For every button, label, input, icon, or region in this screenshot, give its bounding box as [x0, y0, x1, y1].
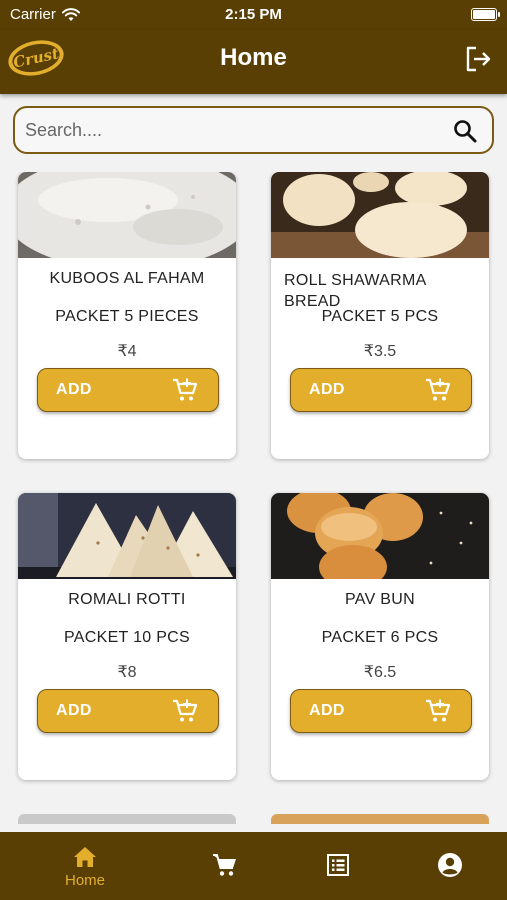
- search-bar: [13, 106, 494, 154]
- product-name: ROLL SHAWARMA BREAD: [284, 272, 426, 310]
- product-card-partial[interactable]: [18, 814, 236, 824]
- product-price: ₹4: [117, 343, 137, 360]
- add-to-cart-button[interactable]: ADD: [37, 689, 219, 733]
- product-card[interactable]: ROMALI ROTTI PACKET 10 PCS ₹8 ADD: [18, 493, 236, 780]
- product-name: ROMALI ROTTI: [68, 591, 186, 608]
- search-icon[interactable]: [452, 118, 478, 144]
- product-image-kuboos: [18, 172, 236, 258]
- add-button-label: ADD: [56, 702, 92, 719]
- cart-icon: [213, 854, 236, 876]
- product-price: ₹3.5: [363, 343, 397, 360]
- add-button-label: ADD: [309, 381, 345, 398]
- product-name: KUBOOS AL FAHAM: [49, 270, 205, 287]
- product-card[interactable]: KUBOOS AL FAHAM PACKET 5 PIECES ₹4 ADD: [18, 172, 236, 459]
- orders-list-icon: [327, 854, 349, 876]
- account-icon: [438, 853, 462, 877]
- product-price: ₹6.5: [363, 664, 397, 681]
- add-cart-icon: [426, 699, 451, 722]
- product-image-shawarma-bread: [271, 172, 489, 258]
- product-name: PAV BUN: [345, 591, 415, 608]
- product-card[interactable]: ROLL SHAWARMA BREAD PACKET 5 PCS ₹3.5 AD…: [271, 172, 489, 459]
- add-to-cart-button[interactable]: ADD: [290, 689, 472, 733]
- nav-home-label: Home: [64, 872, 105, 889]
- search-input[interactable]: [25, 116, 445, 144]
- nav-account[interactable]: [400, 832, 500, 900]
- bottom-navigation: Home: [0, 832, 507, 900]
- product-pack: PACKET 10 PCS: [63, 629, 191, 646]
- product-image-romali-rotti: [18, 493, 236, 579]
- status-bar: Carrier 2:15 PM: [0, 0, 507, 30]
- add-to-cart-button[interactable]: ADD: [290, 368, 472, 412]
- product-price: ₹8: [117, 664, 137, 681]
- product-pack: PACKET 5 PIECES: [55, 308, 199, 325]
- product-pack: PACKET 5 PCS: [321, 308, 439, 325]
- logout-icon[interactable]: [463, 44, 493, 74]
- nav-orders[interactable]: [288, 832, 388, 900]
- nav-cart[interactable]: [175, 832, 275, 900]
- clock: 2:15 PM: [225, 6, 282, 23]
- product-image-pav-bun: [271, 493, 489, 579]
- battery-icon: [471, 8, 500, 21]
- add-to-cart-button[interactable]: ADD: [37, 368, 219, 412]
- product-pack: PACKET 6 PCS: [321, 629, 439, 646]
- product-grid: KUBOOS AL FAHAM PACKET 5 PIECES ₹4 ADD R…: [0, 172, 507, 832]
- add-button-label: ADD: [309, 702, 345, 719]
- app-bar: Crust Home: [0, 30, 507, 94]
- add-cart-icon: [173, 378, 198, 401]
- product-card[interactable]: PAV BUN PACKET 6 PCS ₹6.5 ADD: [271, 493, 489, 780]
- add-cart-icon: [173, 699, 198, 722]
- home-icon: [74, 847, 96, 867]
- page-title: Home: [220, 44, 287, 71]
- add-button-label: ADD: [56, 381, 92, 398]
- add-cart-icon: [426, 378, 451, 401]
- nav-home[interactable]: Home: [35, 832, 135, 900]
- product-card-partial[interactable]: [271, 814, 489, 824]
